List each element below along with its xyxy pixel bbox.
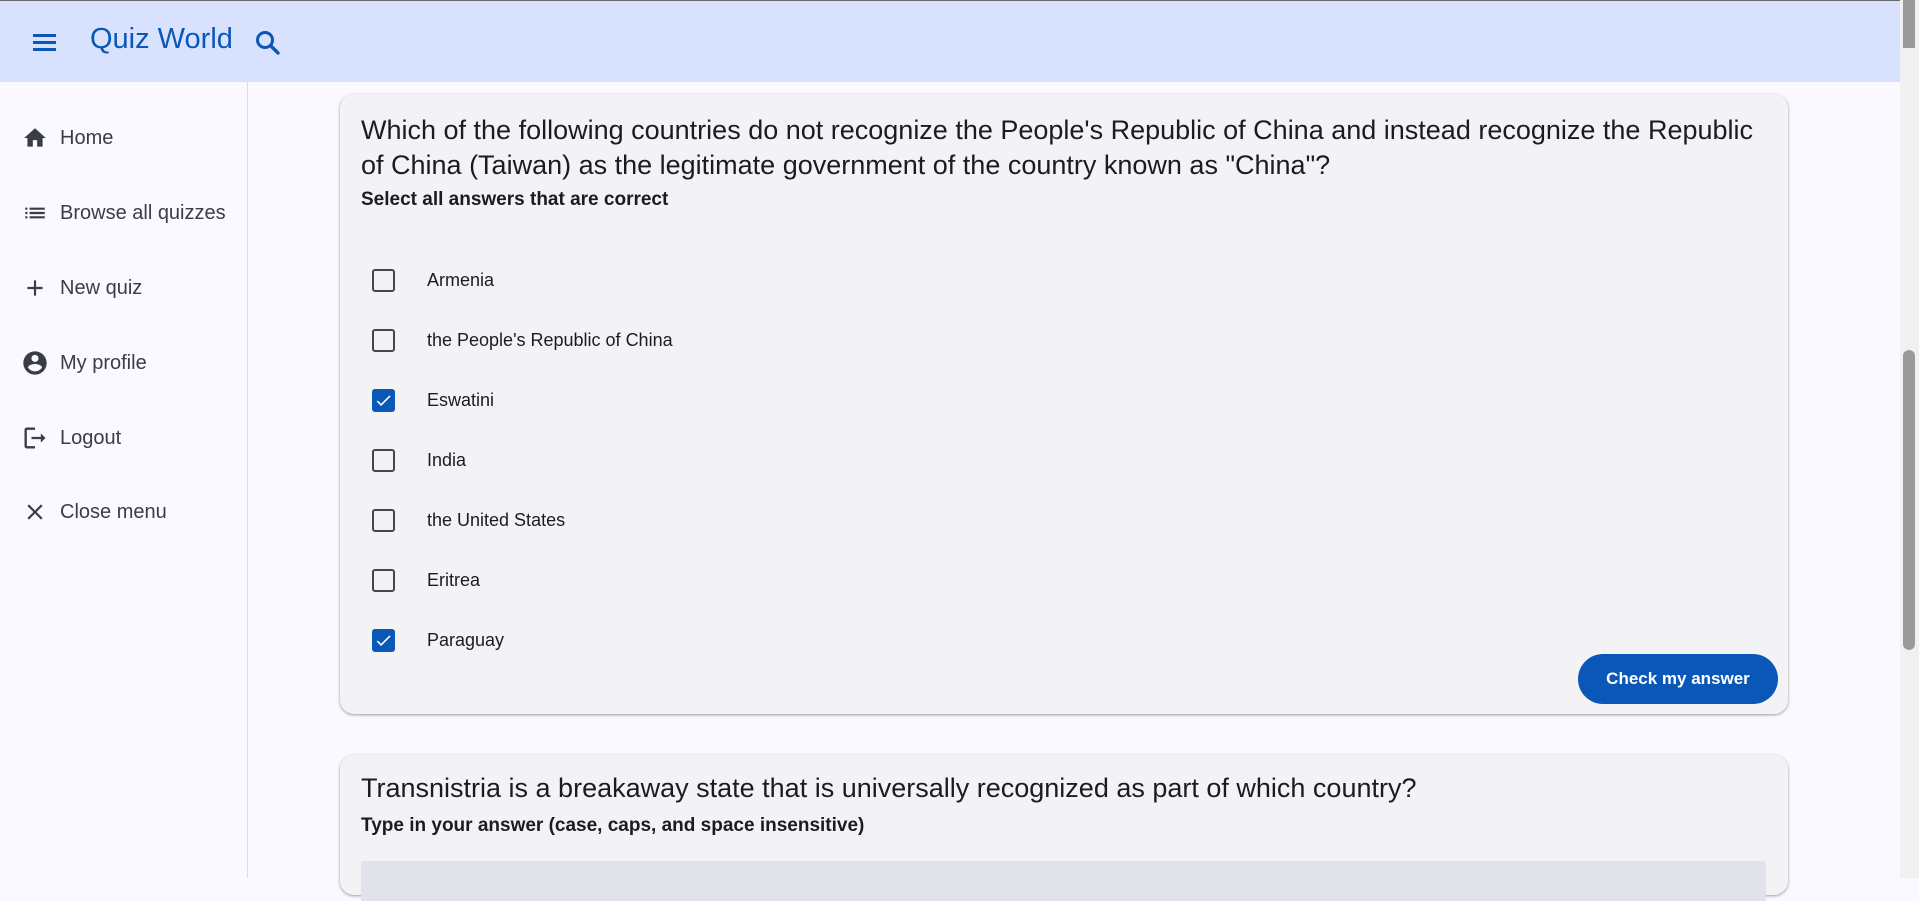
sidebar-item-label: Close menu	[60, 500, 167, 523]
checkbox[interactable]	[372, 328, 395, 352]
sidebar-nav: Home Browse all quizzes New quiz My prof…	[0, 82, 248, 878]
sidebar-item-logout[interactable]: Logout	[0, 408, 247, 468]
answer-option-armenia[interactable]: Armenia	[372, 260, 494, 300]
option-label: Armenia	[427, 269, 495, 290]
sidebar-item-label: My profile	[60, 351, 147, 374]
scrollbar-top	[1903, 0, 1915, 48]
sidebar-item-label: Logout	[60, 426, 122, 449]
answer-option-eswatini[interactable]: Eswatini	[372, 380, 494, 420]
checkbox-checked[interactable]	[372, 628, 395, 652]
close-icon	[20, 497, 50, 527]
check-answer-button[interactable]: Check my answer	[1578, 654, 1778, 704]
option-label: Eritrea	[427, 569, 481, 590]
logout-icon	[20, 423, 50, 453]
search-icon[interactable]	[252, 27, 284, 59]
top-app-bar: Quiz World	[0, 0, 1900, 82]
option-label: Eswatini	[427, 389, 495, 410]
sidebar-item-label: Home	[60, 126, 114, 149]
option-label: the People's Republic of China	[427, 329, 673, 350]
answer-option-eritrea[interactable]: Eritrea	[372, 560, 480, 600]
sidebar-item-label: Browse all quizzes	[60, 201, 226, 224]
checkbox[interactable]	[372, 568, 395, 592]
checkbox[interactable]	[372, 508, 395, 532]
account-circle-icon	[20, 348, 50, 378]
checkbox[interactable]	[372, 268, 395, 292]
hamburger-menu-icon[interactable]	[28, 27, 62, 57]
answer-option-paraguay[interactable]: Paraguay	[372, 620, 504, 660]
sidebar-item-my-profile[interactable]: My profile	[0, 333, 247, 393]
list-icon	[20, 198, 50, 228]
question-text: Transnistria is a breakaway state that i…	[361, 773, 1417, 803]
answer-option-peoples-republic-of-china[interactable]: the People's Republic of China	[372, 320, 673, 360]
sidebar-item-new-quiz[interactable]: New quiz	[0, 258, 247, 318]
question-instructions: Select all answers that are correct	[361, 189, 669, 210]
question-card: Transnistria is a breakaway state that i…	[340, 755, 1788, 901]
checkmark-icon	[376, 394, 391, 406]
answer-option-united-states[interactable]: the United States	[372, 500, 565, 540]
scrollbar-thumb[interactable]	[1903, 350, 1915, 650]
checkbox-checked[interactable]	[372, 388, 395, 412]
question-instructions: Type in your answer (case, caps, and spa…	[361, 815, 865, 836]
answer-option-india[interactable]: India	[372, 440, 466, 480]
sidebar-item-close-menu[interactable]: Close menu	[0, 482, 247, 542]
app-title[interactable]: Quiz World	[90, 23, 233, 56]
option-label: the United States	[427, 509, 566, 530]
option-label: India	[427, 449, 467, 470]
question-text: Which of the following countries do not …	[361, 115, 1754, 180]
sidebar-item-browse-all-quizzes[interactable]: Browse all quizzes	[0, 183, 247, 243]
option-label: Paraguay	[427, 629, 505, 650]
sidebar-item-label: New quiz	[60, 276, 143, 299]
plus-icon	[20, 273, 50, 303]
question-card: Which of the following countries do not …	[340, 94, 1788, 714]
answer-input[interactable]	[361, 861, 1766, 901]
checkbox[interactable]	[372, 448, 395, 472]
sidebar-item-home[interactable]: Home	[0, 108, 247, 168]
home-icon	[20, 123, 50, 153]
checkmark-icon	[376, 634, 391, 646]
